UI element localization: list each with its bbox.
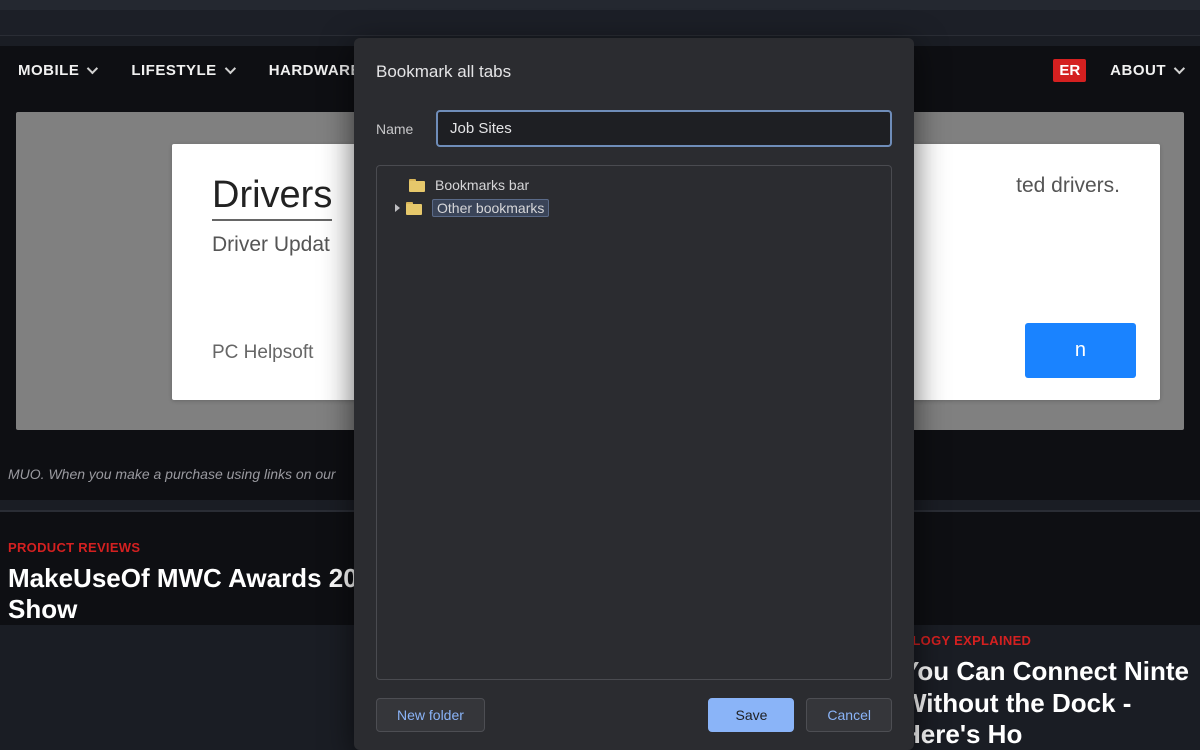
save-button[interactable]: Save — [708, 698, 794, 732]
nav-label: MOBILE — [18, 62, 79, 79]
nav-label: ABOUT — [1110, 62, 1166, 79]
folder-icon — [406, 202, 422, 215]
ad-card-right[interactable]: ted drivers. n — [900, 144, 1160, 400]
tree-item-label: Other bookmarks — [432, 199, 549, 217]
chevron-down-icon — [224, 63, 235, 74]
tree-item-bookmarks-bar[interactable]: Bookmarks bar — [381, 174, 887, 196]
dialog-title: Bookmark all tabs — [376, 62, 892, 82]
nav-label: LIFESTYLE — [131, 62, 216, 79]
bookmark-all-tabs-dialog: Bookmark all tabs Name Bookmarks bar Oth… — [354, 38, 914, 750]
nav-badge[interactable]: ER — [1053, 59, 1086, 82]
article-category: OLOGY EXPLAINED — [902, 633, 1192, 648]
ad-open-button[interactable]: n — [1025, 323, 1136, 378]
folder-icon — [409, 179, 425, 192]
chevron-down-icon — [87, 63, 98, 74]
ad-source: PC Helpsoft — [212, 342, 313, 364]
chevron-down-icon — [1174, 63, 1185, 74]
nav-item-lifestyle[interactable]: LIFESTYLE — [113, 46, 250, 94]
expander-icon[interactable] — [395, 204, 400, 212]
browser-toolbar-strip — [0, 10, 1200, 36]
name-input[interactable] — [436, 110, 892, 147]
ad-right-text: ted drivers. — [940, 174, 1120, 198]
article-card-right[interactable]: OLOGY EXPLAINED You Can Connect NinteWit… — [902, 633, 1192, 750]
cancel-button[interactable]: Cancel — [806, 698, 892, 732]
bookmark-folder-tree[interactable]: Bookmarks bar Other bookmarks — [376, 165, 892, 680]
tree-item-other-bookmarks[interactable]: Other bookmarks — [381, 196, 887, 220]
article-headline: You Can Connect NinteWithout the Dock - … — [902, 656, 1192, 750]
nav-item-mobile[interactable]: MOBILE — [0, 46, 113, 94]
nav-item-about[interactable]: ABOUT — [1092, 46, 1200, 94]
tree-item-label: Bookmarks bar — [435, 177, 529, 193]
new-folder-button[interactable]: New folder — [376, 698, 485, 732]
name-field-label: Name — [376, 121, 436, 137]
browser-top-strip — [0, 0, 1200, 10]
ad-title: Drivers — [212, 174, 332, 221]
nav-right-cluster: ER ABOUT — [1053, 46, 1200, 94]
dialog-footer: New folder Save Cancel — [376, 698, 892, 732]
name-field-row: Name — [376, 110, 892, 147]
nav-label: HARDWARE — [269, 62, 361, 79]
